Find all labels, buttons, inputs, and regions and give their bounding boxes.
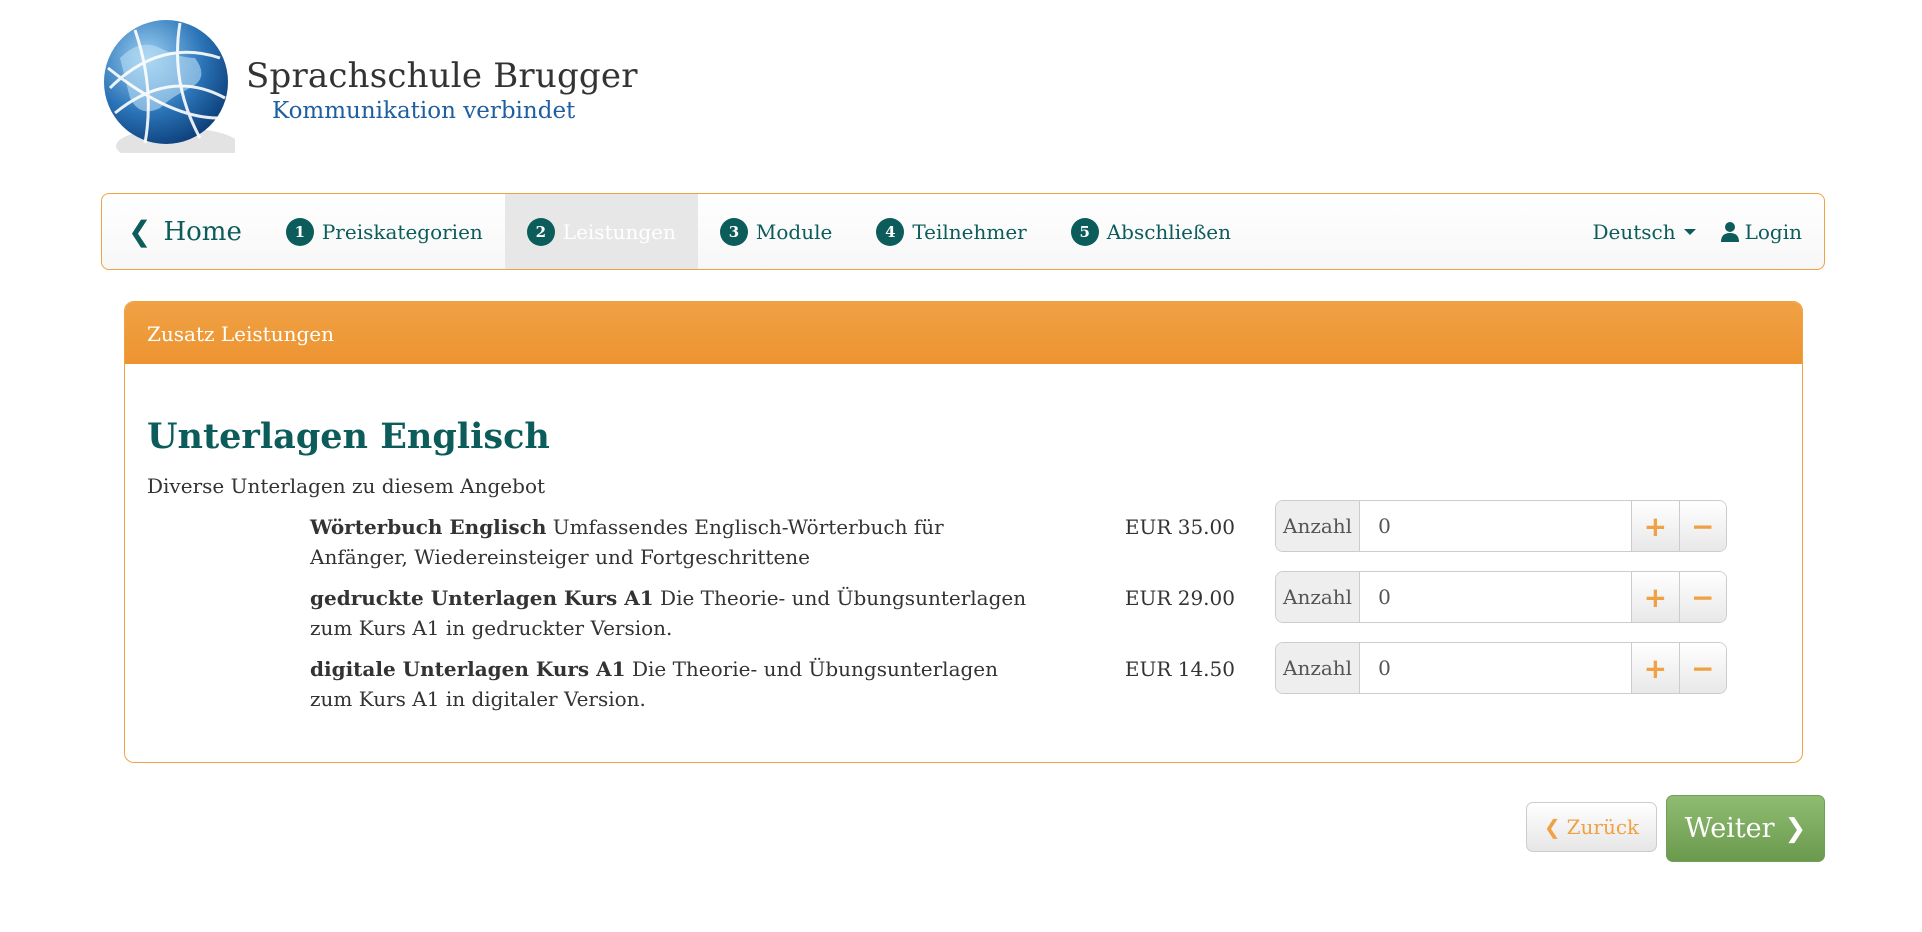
nav-step-label: Leistungen: [562, 219, 676, 244]
service-item-price: EUR 14.50: [1124, 657, 1235, 681]
login-link[interactable]: Login: [1720, 194, 1824, 269]
quantity-label: Anzahl: [1276, 572, 1361, 622]
login-label: Login: [1744, 219, 1802, 244]
language-dropdown[interactable]: Deutsch: [1568, 194, 1719, 269]
extra-services-panel: Zusatz Leistungen Unterlagen Englisch Di…: [124, 301, 1803, 763]
service-item: Wörterbuch Englisch Umfassendes Englisch…: [310, 500, 1802, 572]
minus-icon: −: [1691, 580, 1715, 614]
service-item-text: Wörterbuch Englisch Umfassendes Englisch…: [310, 512, 1030, 572]
chevron-left-icon: ❮: [1543, 815, 1561, 839]
step-number-badge: 3: [719, 217, 748, 246]
language-label: Deutsch: [1592, 219, 1676, 244]
brand-tagline: Kommunikation verbindet: [272, 98, 576, 124]
panel-heading: Zusatz Leistungen: [125, 302, 1802, 364]
section-description: Diverse Unterlagen zu diesem Angebot: [147, 474, 546, 498]
nav-step-preiskategorien[interactable]: 1 Preiskategorien: [264, 194, 505, 269]
globe-logo-icon: [104, 20, 235, 153]
nav-step-leistungen[interactable]: 2 Leistungen: [504, 194, 698, 269]
minus-icon: −: [1691, 651, 1715, 685]
chevron-left-icon: ❮: [128, 215, 152, 248]
user-icon: [1720, 221, 1739, 242]
decrement-button[interactable]: −: [1678, 501, 1726, 551]
quantity-input[interactable]: [1360, 572, 1632, 622]
step-number-badge: 1: [285, 217, 314, 246]
nav-step-abschliessen[interactable]: 5 Abschließen: [1049, 194, 1253, 269]
service-item: gedruckte Unterlagen Kurs A1 Die Theorie…: [310, 571, 1802, 643]
decrement-button[interactable]: −: [1678, 643, 1726, 693]
decrement-button[interactable]: −: [1678, 572, 1726, 622]
nav-step-module[interactable]: 3 Module: [698, 194, 854, 269]
next-button-label: Weiter: [1684, 813, 1775, 844]
step-number-badge: 2: [526, 217, 555, 246]
increment-button[interactable]: +: [1631, 572, 1679, 622]
main-navbar: ❮ Home 1 Preiskategorien 2 Leistungen 3 …: [101, 193, 1825, 270]
quantity-stepper: Anzahl + −: [1275, 500, 1727, 552]
service-item-price: EUR 29.00: [1124, 586, 1235, 610]
nav-step-label: Abschließen: [1106, 219, 1232, 244]
nav-step-label: Module: [755, 219, 833, 244]
quantity-input[interactable]: [1360, 643, 1632, 693]
plus-icon: +: [1643, 651, 1668, 685]
nav-home-label: Home: [163, 216, 242, 247]
back-button[interactable]: ❮ Zurück: [1526, 802, 1657, 852]
service-item-name: digitale Unterlagen Kurs A1: [310, 657, 626, 681]
caret-down-icon: [1683, 228, 1696, 235]
service-item-name: Wörterbuch Englisch: [310, 515, 547, 539]
next-button[interactable]: Weiter ❯: [1666, 795, 1825, 862]
service-item: digitale Unterlagen Kurs A1 Die Theorie-…: [310, 642, 1802, 714]
nav-step-label: Teilnehmer: [912, 219, 1027, 244]
chevron-right-icon: ❯: [1784, 813, 1807, 844]
service-item-text: digitale Unterlagen Kurs A1 Die Theorie-…: [310, 654, 1030, 714]
nav-home-link[interactable]: ❮ Home: [102, 194, 264, 269]
back-button-label: Zurück: [1566, 815, 1640, 839]
service-item-name: gedruckte Unterlagen Kurs A1: [310, 586, 654, 610]
increment-button[interactable]: +: [1631, 643, 1679, 693]
increment-button[interactable]: +: [1631, 501, 1679, 551]
service-item-text: gedruckte Unterlagen Kurs A1 Die Theorie…: [310, 583, 1030, 643]
quantity-stepper: Anzahl + −: [1275, 642, 1727, 694]
section-title: Unterlagen Englisch: [147, 416, 550, 457]
brand-logo[interactable]: Sprachschule Brugger Kommunikation verbi…: [100, 18, 637, 173]
brand-name: Sprachschule Brugger: [246, 56, 638, 96]
quantity-label: Anzahl: [1276, 643, 1361, 693]
service-item-price: EUR 35.00: [1124, 515, 1235, 539]
nav-step-teilnehmer[interactable]: 4 Teilnehmer: [854, 194, 1048, 269]
quantity-label: Anzahl: [1276, 501, 1361, 551]
step-number-badge: 4: [876, 217, 905, 246]
plus-icon: +: [1643, 580, 1668, 614]
minus-icon: −: [1691, 509, 1715, 543]
nav-step-label: Preiskategorien: [321, 219, 483, 244]
step-number-badge: 5: [1070, 217, 1099, 246]
quantity-input[interactable]: [1360, 501, 1632, 551]
quantity-stepper: Anzahl + −: [1275, 571, 1727, 623]
plus-icon: +: [1643, 509, 1668, 543]
